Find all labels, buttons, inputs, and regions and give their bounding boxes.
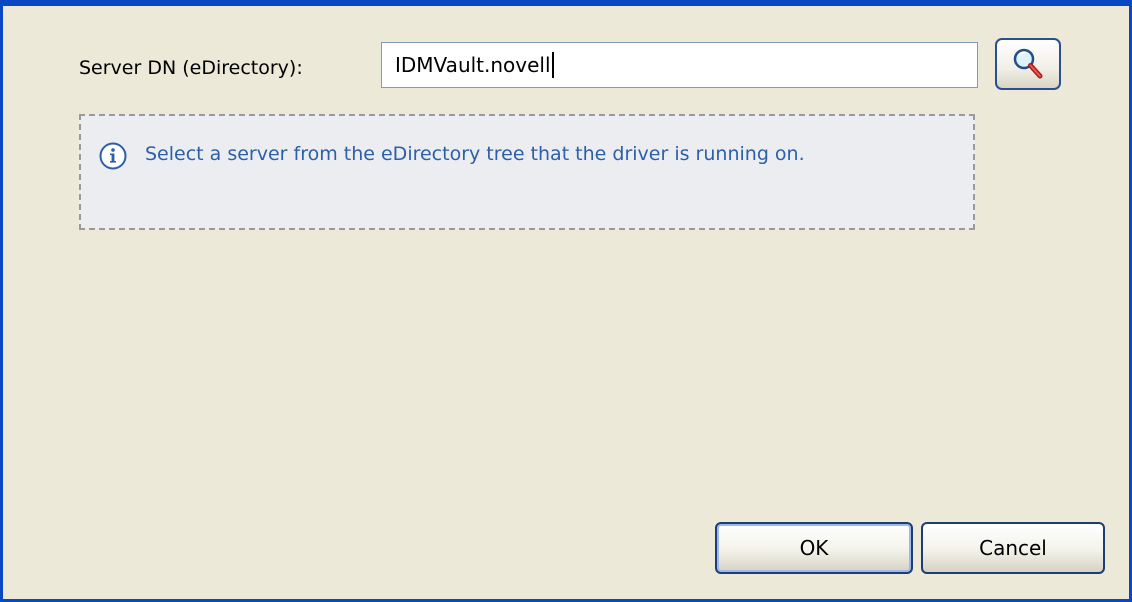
server-dn-input[interactable]: IDMVault.novell (381, 42, 978, 88)
ok-button[interactable]: OK (715, 522, 913, 574)
text-caret (551, 51, 554, 78)
info-icon (99, 142, 127, 170)
dialog-window: Server DN (eDirectory): IDMVault.novell … (0, 0, 1132, 602)
server-dn-label: Server DN (eDirectory): (79, 57, 303, 79)
info-message: Select a server from the eDirectory tree… (145, 143, 805, 165)
search-icon (1013, 48, 1043, 79)
server-dn-value: IDMVault.novell (395, 53, 551, 77)
browse-button[interactable] (995, 38, 1061, 90)
info-panel: Select a server from the eDirectory tree… (79, 114, 975, 230)
cancel-button[interactable]: Cancel (921, 522, 1105, 574)
